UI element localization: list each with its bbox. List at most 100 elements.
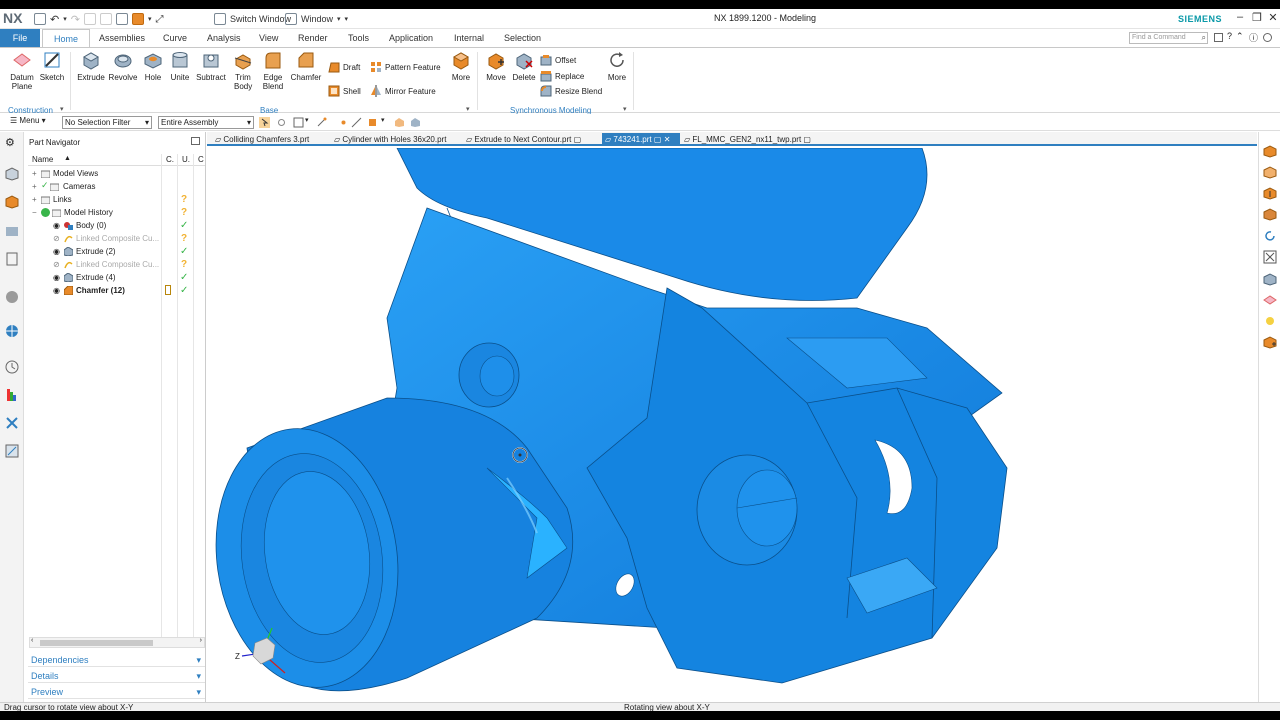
assembly-navigator-icon[interactable] [5, 167, 19, 181]
preview-panel[interactable]: Preview ▾ [28, 685, 205, 699]
collapse-icon[interactable]: − [32, 206, 40, 219]
graphics-window[interactable]: Z [207, 148, 1257, 702]
menu-button[interactable]: ☰ Menu ▾ [10, 116, 46, 125]
trim-body-button[interactable]: Trim Body [230, 50, 256, 91]
customize-dropdown-icon[interactable]: ▾ [345, 15, 349, 23]
palette-icon[interactable] [5, 388, 19, 402]
cut-icon[interactable] [83, 13, 96, 25]
hidden-eye-icon[interactable]: ⊘ [53, 258, 62, 269]
draft-button[interactable]: Draft [328, 61, 360, 73]
rotate-view-icon[interactable] [1263, 229, 1277, 243]
select-features-icon[interactable] [259, 117, 270, 128]
tab-application[interactable]: Application [389, 29, 433, 47]
move-face-button[interactable]: Move [484, 50, 508, 82]
delete-face-button[interactable]: Delete [511, 50, 537, 82]
tree-row-linked-composite-curve[interactable]: ⊘ Linked Composite Cu... ? [25, 258, 206, 271]
close-icon[interactable]: ✕ [1266, 11, 1280, 24]
visibility-eye-icon[interactable]: ◉ [53, 271, 62, 282]
section-plane-icon[interactable] [1263, 293, 1277, 307]
orient-view-icon[interactable] [1263, 335, 1277, 349]
pick-point-icon[interactable] [338, 117, 349, 128]
undo-dropdown-icon[interactable]: ▾ [63, 15, 67, 23]
save-icon[interactable] [34, 13, 46, 25]
face-select-icon[interactable] [410, 117, 421, 128]
base-more-button[interactable]: More [448, 50, 474, 82]
info-icon[interactable]: ⓘ [1249, 31, 1258, 43]
shaded-view-icon[interactable] [1263, 272, 1277, 286]
column-current[interactable]: C. [166, 155, 174, 164]
hd3d-tools-icon[interactable] [5, 290, 19, 304]
sort-ascending-icon[interactable]: ▲ [64, 155, 71, 162]
close-tab-icon[interactable]: ✕ [664, 135, 671, 144]
tab-analysis[interactable]: Analysis [207, 29, 241, 47]
paste-icon[interactable] [115, 13, 128, 25]
column-comment[interactable]: C [198, 155, 204, 164]
view-right-icon[interactable] [1263, 186, 1277, 200]
switch-window-button[interactable]: Switch Window [214, 12, 291, 26]
process-studio-icon[interactable] [5, 416, 19, 430]
column-name[interactable]: Name [32, 155, 53, 164]
role-icon[interactable] [5, 444, 19, 458]
extrude-button[interactable]: Extrude [77, 50, 105, 82]
navigator-horizontal-scrollbar[interactable]: ‹ › [29, 637, 205, 648]
scroll-thumb[interactable] [40, 640, 153, 646]
undo-icon[interactable]: ↶ [50, 13, 59, 26]
repeat-command-icon[interactable] [131, 13, 144, 25]
orientation-icon[interactable] [367, 117, 378, 128]
tab-file[interactable]: File [0, 29, 40, 47]
tab-home[interactable]: Home [42, 29, 90, 48]
expand-icon[interactable]: + [32, 167, 40, 180]
doc-tab-fl-mmc-gen2[interactable]: ▱ FL_MMC_GEN2_nx11_twp.prt ▢ [684, 133, 811, 146]
reuse-library-icon[interactable] [5, 252, 19, 266]
datum-plane-button[interactable]: Datum Plane [8, 50, 36, 91]
view-top-icon[interactable] [1263, 144, 1277, 158]
tab-internal[interactable]: Internal [454, 29, 484, 47]
doc-tab-extrude-to-next-contour[interactable]: ▱ Extrude to Next Contour.prt ▢ [466, 133, 581, 146]
view-front-icon[interactable] [1263, 165, 1277, 179]
construction-more-icon[interactable]: ▾ [60, 105, 64, 113]
tab-tools[interactable]: Tools [348, 29, 369, 47]
lighting-icon[interactable] [1263, 314, 1277, 328]
doc-tab-743241[interactable]: ▱ 743241.prt ▢ ✕ [602, 133, 680, 146]
tree-row-linked-composite-curve[interactable]: ⊘ Linked Composite Cu... ? [25, 232, 206, 245]
selection-scope-dropdown[interactable]: Entire Assembly [158, 116, 254, 129]
tab-curve[interactable]: Curve [163, 29, 187, 47]
redo-icon[interactable]: ↷ [71, 13, 80, 26]
copy-icon[interactable] [99, 13, 112, 25]
fullscreen-icon[interactable] [1214, 33, 1223, 42]
collapse-ribbon-icon[interactable]: ⌃ [1236, 31, 1245, 41]
tab-assemblies[interactable]: Assemblies [99, 29, 145, 47]
hole-button[interactable]: Hole [142, 50, 164, 82]
tree-row-model-views[interactable]: + Model Views [25, 167, 206, 180]
pattern-feature-button[interactable]: Pattern Feature [370, 61, 441, 73]
subtract-button[interactable]: Subtract [195, 50, 227, 82]
tab-selection[interactable]: Selection [504, 29, 541, 47]
orientation-dropdown-icon[interactable]: ▾ [381, 116, 385, 124]
fit-view-icon[interactable] [1263, 250, 1277, 264]
constraint-navigator-icon[interactable] [5, 224, 19, 238]
minimize-icon[interactable]: ‒ [1233, 11, 1247, 23]
expand-icon[interactable]: + [32, 180, 40, 193]
restore-icon[interactable]: ❐ [1250, 11, 1264, 24]
body-select-icon[interactable] [394, 117, 405, 128]
selection-filter-dropdown[interactable]: No Selection Filter [62, 116, 152, 129]
tree-row-chamfer-12[interactable]: ◉ Chamfer (12) ✓ [25, 284, 206, 297]
dependencies-panel[interactable]: Dependencies ▾ [28, 653, 205, 667]
sketch-button[interactable]: Sketch [39, 50, 65, 82]
history-icon[interactable] [5, 360, 19, 374]
expand-icon[interactable]: + [32, 193, 40, 206]
doc-tab-cylinder-with-holes[interactable]: ▱ Cylinder with Holes 36x20.prt [334, 133, 446, 146]
mirror-feature-button[interactable]: Mirror Feature [370, 85, 436, 97]
hidden-eye-icon[interactable]: ⊘ [53, 232, 62, 243]
visibility-eye-icon[interactable]: ◉ [53, 284, 62, 295]
web-browser-icon[interactable] [5, 324, 19, 338]
part-navigator-icon[interactable] [5, 195, 19, 209]
window-menu-button[interactable]: Window ▾ ▾ [285, 12, 348, 26]
resize-blend-button[interactable]: Resize Blend [540, 85, 602, 97]
tree-row-body[interactable]: ◉ Body (0) ✓ [25, 219, 206, 232]
help-icon[interactable]: ? [1227, 31, 1236, 41]
scroll-left-icon[interactable]: ‹ [31, 637, 33, 644]
filter-icon[interactable] [293, 117, 304, 128]
doc-tab-colliding-chamfers[interactable]: ▱ Colliding Chamfers 3.prt [215, 133, 309, 146]
base-more-dropdown-icon[interactable]: ▾ [466, 105, 470, 113]
